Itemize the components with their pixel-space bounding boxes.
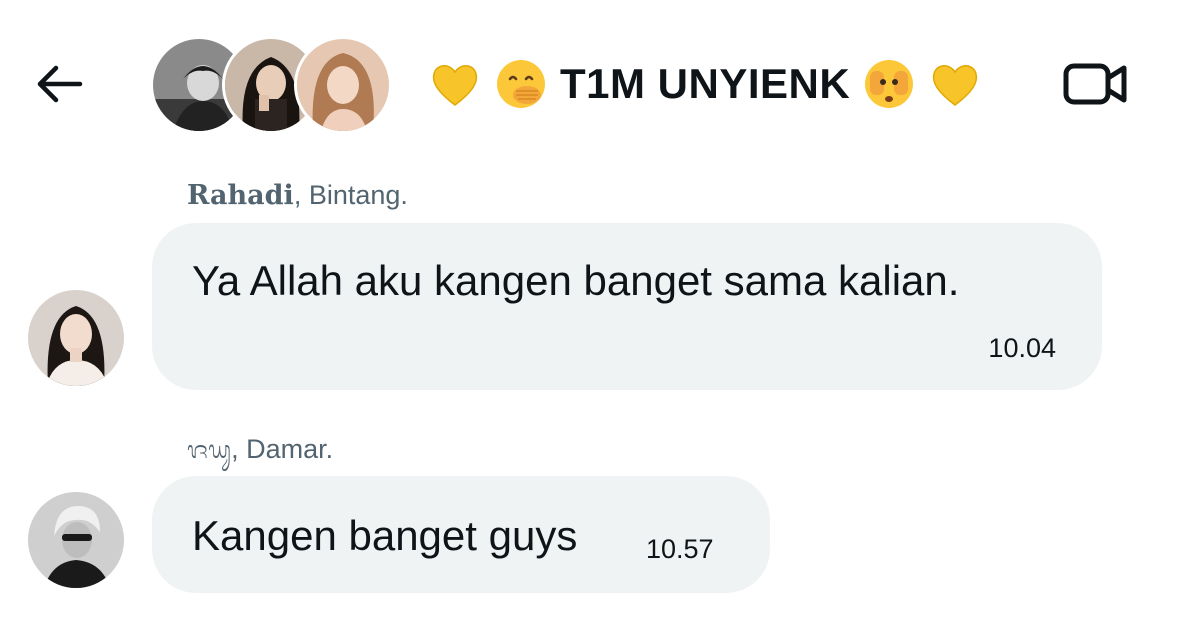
face-with-peeking-eye-emoji	[865, 60, 914, 108]
message-bubble[interactable]: Ya Allah aku kangen banget sama kalian. …	[152, 223, 1102, 390]
sender-avatar[interactable]	[28, 290, 124, 386]
message-sender-line: ᬚᬬᬸ, Damar.	[187, 433, 333, 476]
back-button[interactable]	[28, 58, 90, 110]
message-text: Kangen banget guys	[192, 512, 578, 559]
message-sender-line: Rahadi, Bintang.	[187, 180, 408, 211]
yellow-heart-emoji	[933, 65, 978, 106]
video-call-button[interactable]	[1060, 58, 1130, 110]
sender-avatar[interactable]	[28, 492, 124, 588]
video-camera-icon	[1063, 63, 1127, 105]
message-text: Ya Allah aku kangen banget sama kalian.	[192, 257, 960, 304]
conversation-title[interactable]: T1M UNYIENK	[428, 54, 982, 114]
yellow-heart-emoji	[432, 65, 478, 106]
sender-context: , Bintang.	[293, 180, 408, 210]
face-with-hand-over-mouth-emoji	[497, 60, 545, 108]
sender-context: , Damar.	[231, 434, 334, 464]
message-bubble[interactable]: Kangen banget guys 10.57	[152, 476, 770, 593]
group-avatar-stack[interactable]	[150, 36, 392, 134]
sender-name[interactable]: ᬚᬬᬸ	[187, 436, 231, 464]
message-timestamp: 10.04	[988, 333, 1056, 363]
arrow-left-icon	[37, 65, 83, 103]
conversation-header: T1M UNYIENK	[0, 0, 1179, 172]
sender-name[interactable]: Rahadi	[187, 180, 294, 211]
conversation-name: T1M UNYIENK	[560, 60, 851, 107]
group-avatar	[294, 36, 392, 134]
message-timestamp: 10.57	[646, 534, 714, 564]
